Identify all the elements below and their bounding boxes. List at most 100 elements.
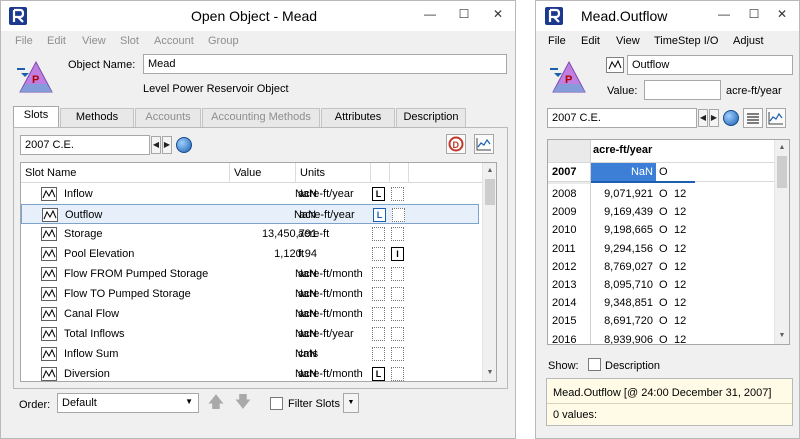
row-value[interactable]: 9,348,851 [604,297,653,309]
slot-row[interactable]: Inflow NaN acre-ft/year L [21,184,479,204]
slot-row[interactable]: Total Inflows NaN acre-ft/year [21,324,479,344]
scroll-thumb[interactable] [777,156,787,188]
slot-flag-empty-icon [372,247,385,261]
slot-units: acre-ft/month [298,308,363,320]
minimize-icon[interactable]: — [707,1,741,27]
slot-name-field[interactable]: Outflow [627,55,793,75]
menu-file[interactable]: File [548,35,566,47]
menu-edit[interactable]: Edit [581,35,600,47]
table-row[interactable]: 2011 9,294,156 O 12 [548,240,785,258]
close-icon[interactable]: ✕ [481,1,515,27]
description-checkbox[interactable] [588,358,601,371]
scroll-up-icon[interactable]: ▲ [483,163,496,179]
order-value: Default [62,397,97,409]
scroll-thumb[interactable] [485,179,495,205]
series-scrollbar[interactable]: ▲ ▼ [774,140,789,344]
slot-row[interactable]: Outflow NaN acre-ft/year L [21,204,479,224]
menu-file[interactable]: File [15,35,33,47]
order-dropdown[interactable]: Default ▼ [57,393,199,413]
plot-button[interactable] [474,134,494,154]
table-row[interactable]: 2016 8,939,906 O 12 [548,331,785,345]
scroll-up-icon[interactable]: ▲ [775,140,789,156]
menu-edit[interactable]: Edit [47,35,66,47]
row-value[interactable]: 8,691,720 [604,315,653,327]
slot-flag-empty-icon [391,347,404,361]
slot-title-bar[interactable]: Mead.Outflow — ☐ ✕ [536,1,799,31]
tab-slots[interactable]: Slots [13,106,59,128]
current-row-year: 2007 [552,166,577,178]
table-row[interactable]: 2008 9,071,921 O 12 [548,185,785,203]
globe-icon[interactable] [176,137,192,153]
current-row-value[interactable]: NaN [590,163,656,181]
slot-row[interactable]: Storage 13,450,791 acre-ft [21,224,479,244]
slot-row[interactable]: Inflow Sum NaN cms [21,344,479,364]
menu-view[interactable]: View [82,35,106,47]
timestep-next-button[interactable]: ▶ [162,136,172,154]
timestep-field[interactable]: 2007 C.E. [20,135,150,155]
current-row-flag: O [659,166,668,178]
maximize-icon[interactable]: ☐ [447,1,481,27]
row-flag: O [659,333,668,345]
table-row[interactable]: 2013 8,095,710 O 12 [548,276,785,294]
scroll-down-icon[interactable]: ▼ [775,328,789,344]
slot-flag-empty-icon [391,307,404,321]
svg-text:P: P [32,74,39,86]
menu-group[interactable]: Group [208,35,239,47]
row-value[interactable]: 9,294,156 [604,243,653,255]
tab-description[interactable]: Description [396,108,466,127]
slot-window-title: Mead.Outflow [581,8,668,24]
object-name-field[interactable]: Mead [143,54,507,74]
timestep-field[interactable]: 2007 C.E. [547,108,697,128]
filter-slots-checkbox[interactable] [270,397,283,410]
status-line: Mead.Outflow [@ 24:00 December 31, 2007] [553,387,772,399]
tab-accounting-methods[interactable]: Accounting Methods [202,108,320,127]
table-row[interactable]: 2012 8,769,027 O 12 [548,258,785,276]
tab-methods[interactable]: Methods [60,108,134,127]
list-view-button[interactable] [743,108,763,128]
slot-list-scrollbar[interactable]: ▲ ▼ [482,163,496,381]
menu-timestep-io[interactable]: TimeStep I/O [654,35,718,47]
row-value[interactable]: 8,769,027 [604,261,653,273]
row-value[interactable]: 9,071,921 [604,188,653,200]
column-units[interactable]: Units [300,167,325,179]
row-value[interactable]: 8,095,710 [604,279,653,291]
menu-account[interactable]: Account [154,35,194,47]
move-down-icon[interactable]: 🡇 [233,392,253,414]
series-slot-icon [41,187,57,201]
dmi-button[interactable]: D [446,134,466,154]
menu-adjust[interactable]: Adjust [733,35,764,47]
menu-view[interactable]: View [616,35,640,47]
timestep-next-button[interactable]: ▶ [709,109,719,127]
row-value[interactable]: 9,198,665 [604,224,653,236]
minimize-icon[interactable]: — [413,1,447,27]
value-input[interactable] [644,80,721,100]
tab-attributes[interactable]: Attributes [321,108,395,127]
scroll-down-icon[interactable]: ▼ [483,365,496,381]
slot-row[interactable]: Diversion NaN acre-ft/month L [21,364,479,381]
slot-name: Flow TO Pumped Storage [64,288,191,300]
column-value[interactable]: Value [234,167,261,179]
table-row[interactable]: 2009 9,169,439 O 12 [548,203,785,221]
slot-row[interactable]: Pool Elevation 1,120.94 ft I [21,244,479,264]
table-row[interactable]: 2015 8,691,720 O 12 [548,312,785,330]
filter-dropdown-button[interactable]: ▼ [343,393,359,413]
slot-flag-empty-icon [372,307,385,321]
column-slot-name[interactable]: Slot Name [25,167,76,179]
timestep-prev-button[interactable]: ◀ [151,136,161,154]
row-value[interactable]: 8,939,906 [604,334,653,344]
slot-row[interactable]: Flow FROM Pumped Storage NaN acre-ft/month [21,264,479,284]
timestep-prev-button[interactable]: ◀ [698,109,708,127]
move-up-icon[interactable]: 🡅 [206,392,226,414]
slot-row[interactable]: Canal Flow NaN acre-ft/month [21,304,479,324]
close-icon[interactable]: ✕ [765,1,799,27]
globe-icon[interactable] [723,110,739,126]
menu-slot[interactable]: Slot [120,35,139,47]
table-row[interactable]: 2014 9,348,851 O 12 [548,294,785,312]
table-row[interactable]: 2010 9,198,665 O 12 [548,221,785,239]
plot-icon [768,112,783,125]
plot-button[interactable] [766,108,786,128]
row-value[interactable]: 9,169,439 [604,206,653,218]
tab-accounts[interactable]: Accounts [135,108,201,127]
main-title-bar[interactable]: Open Object - Mead — ☐ ✕ [1,1,515,31]
slot-row[interactable]: Flow TO Pumped Storage NaN acre-ft/month [21,284,479,304]
